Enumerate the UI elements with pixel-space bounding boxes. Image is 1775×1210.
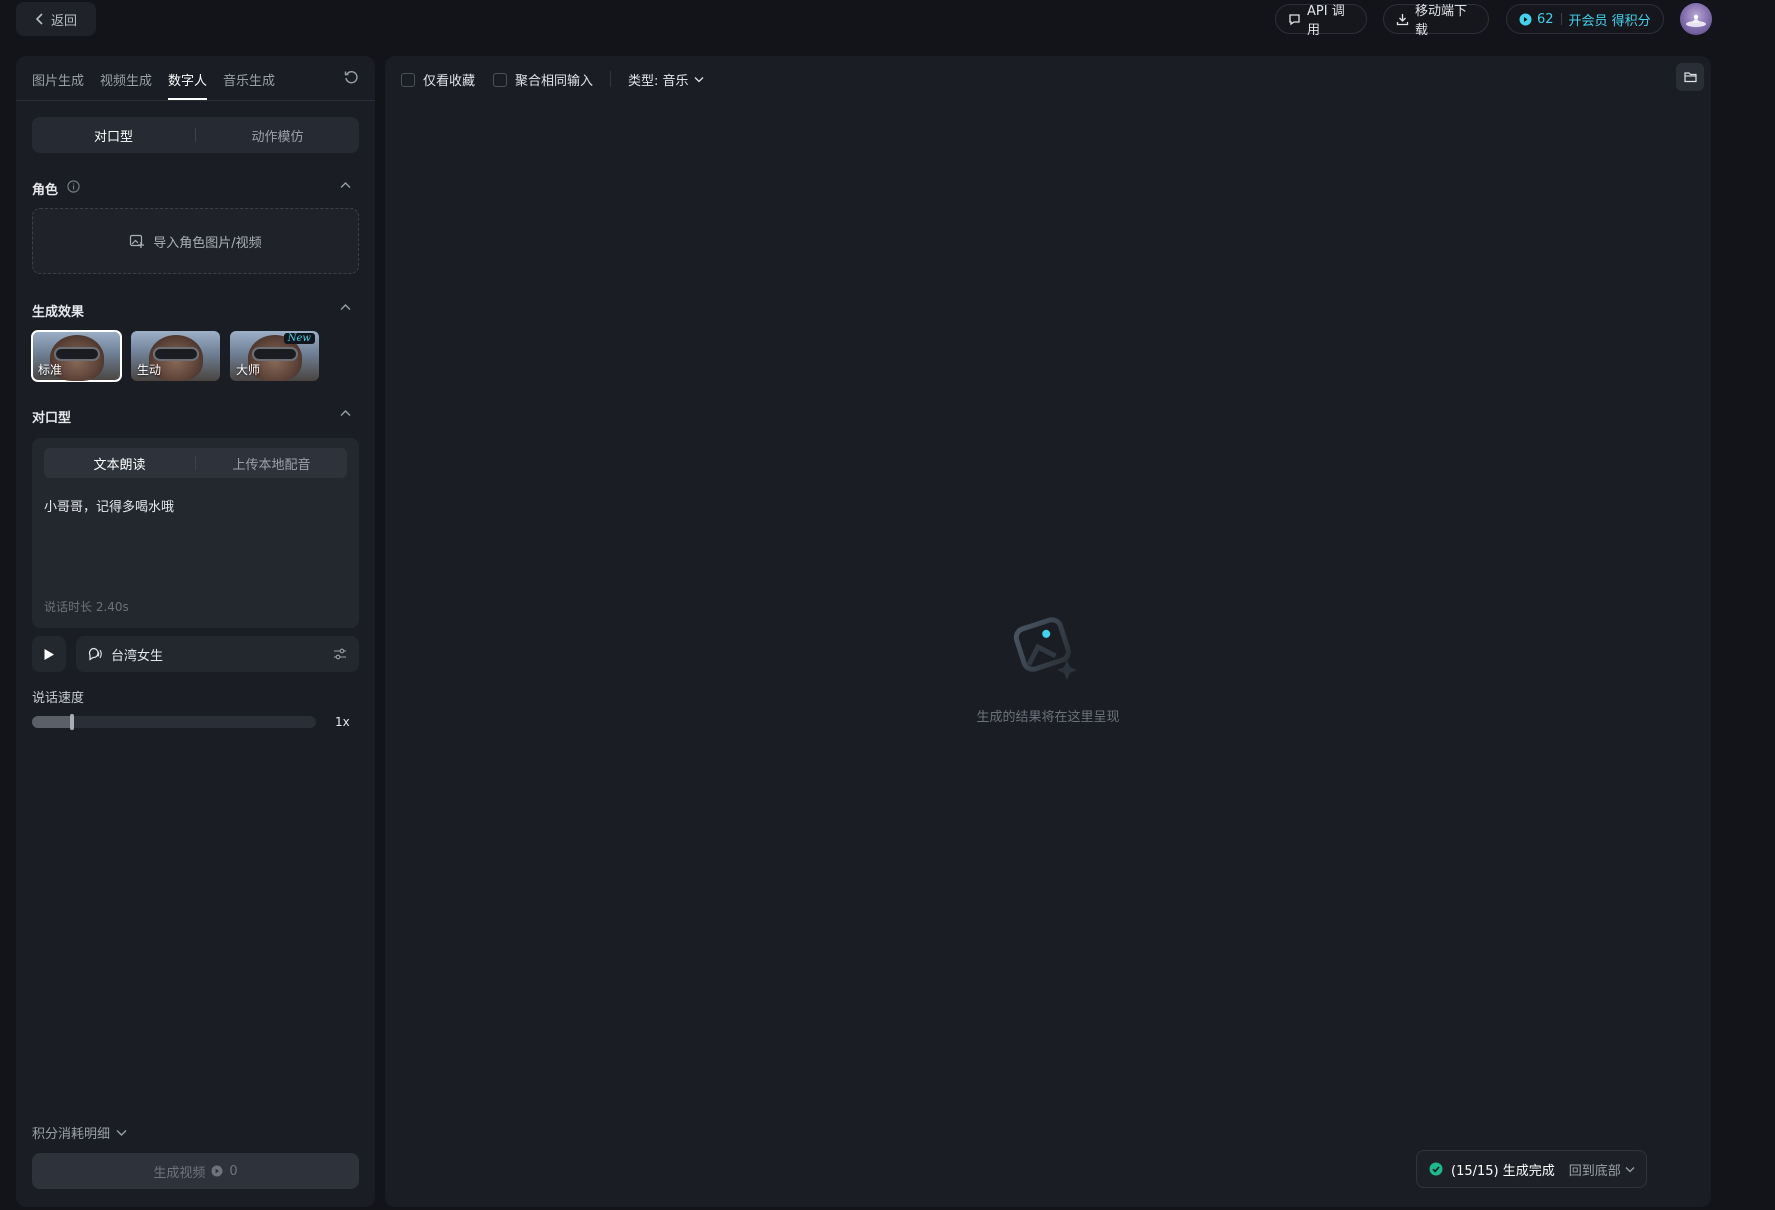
mode-motion-imitate[interactable]: 动作模仿 bbox=[196, 117, 359, 153]
effect-label: 生动 bbox=[137, 363, 162, 377]
group-checkbox[interactable] bbox=[493, 72, 507, 87]
credit-coin-icon bbox=[211, 1165, 223, 1177]
lipsync-section-title: 对口型 bbox=[32, 411, 72, 426]
favorites-checkbox[interactable] bbox=[401, 72, 415, 87]
voice-selector[interactable]: 台湾女生 bbox=[76, 636, 359, 672]
filter-divider bbox=[610, 71, 611, 87]
role-upload-area[interactable]: 导入角色图片/视频 bbox=[32, 208, 359, 274]
top-bar: 返回 API 调用 移动端下载 62 开会员 得积分 bbox=[0, 0, 1775, 40]
credit-count: 62 bbox=[1537, 11, 1554, 27]
mode-segmented-control: 对口型 动作模仿 bbox=[32, 117, 359, 153]
empty-state-text: 生成的结果将在这里呈现 bbox=[976, 710, 1120, 725]
voice-source-upload[interactable]: 上传本地配音 bbox=[196, 448, 347, 478]
play-icon bbox=[43, 648, 55, 661]
api-button[interactable]: API 调用 bbox=[1275, 4, 1367, 38]
empty-state-icon bbox=[1003, 604, 1093, 694]
effect-preview-detail bbox=[153, 347, 199, 361]
folder-button[interactable] bbox=[1676, 63, 1704, 91]
speech-speed-label: 说话速度 bbox=[32, 691, 85, 706]
type-filter-dropdown[interactable]: 类型: 音乐 bbox=[628, 70, 704, 89]
mobile-download-button[interactable]: 移动端下载 bbox=[1383, 4, 1489, 38]
chevron-up-icon[interactable] bbox=[340, 409, 351, 417]
scroll-to-bottom-link[interactable]: 回到底部 bbox=[1569, 1160, 1635, 1179]
speech-speed-slider[interactable] bbox=[32, 714, 316, 730]
new-badge: New bbox=[283, 333, 315, 344]
results-panel: 仅看收藏 聚合相同输入 类型: 音乐 生成的结果将在这里呈现 bbox=[385, 56, 1711, 1207]
tab-video[interactable]: 视频生成 bbox=[100, 70, 152, 89]
check-circle-icon bbox=[1429, 1162, 1443, 1176]
favorites-only-filter[interactable]: 仅看收藏 bbox=[401, 70, 475, 89]
active-tab-indicator bbox=[168, 98, 207, 100]
tab-digital-human[interactable]: 数字人 bbox=[168, 70, 207, 89]
generation-status: (15/15) 生成完成 bbox=[1451, 1163, 1555, 1179]
tab-image[interactable]: 图片生成 bbox=[32, 70, 84, 89]
chevron-down-icon bbox=[1625, 1166, 1635, 1173]
credits-pill[interactable]: 62 开会员 得积分 bbox=[1506, 4, 1664, 34]
refresh-icon[interactable] bbox=[344, 70, 359, 85]
download-label: 移动端下载 bbox=[1415, 4, 1468, 38]
effect-option-vivid[interactable]: 生动 bbox=[131, 331, 220, 381]
slider-handle[interactable] bbox=[69, 714, 74, 730]
group-label: 聚合相同输入 bbox=[515, 74, 594, 89]
type-filter-label: 类型: 音乐 bbox=[628, 74, 689, 89]
generation-tabs: 图片生成 视频生成 数字人 音乐生成 bbox=[16, 56, 375, 101]
upload-label: 导入角色图片/视频 bbox=[153, 235, 262, 251]
cost-details-label: 积分消耗明细 bbox=[32, 1127, 111, 1142]
speech-speed-value: 1x bbox=[335, 715, 350, 729]
generation-status-toast: (15/15) 生成完成 回到底部 bbox=[1416, 1150, 1647, 1188]
left-panel: 图片生成 视频生成 数字人 音乐生成 对口型 动作模仿 角色 导入角色图片/视频… bbox=[16, 56, 375, 1207]
voice-icon bbox=[88, 647, 103, 661]
play-button[interactable] bbox=[32, 636, 66, 672]
effect-section-title: 生成效果 bbox=[32, 305, 85, 320]
api-icon bbox=[1288, 13, 1301, 26]
favorites-label: 仅看收藏 bbox=[423, 74, 476, 89]
speech-duration: 说话时长 2.40s bbox=[44, 600, 129, 614]
info-icon[interactable] bbox=[67, 180, 80, 193]
chevron-up-icon[interactable] bbox=[340, 181, 351, 189]
effect-label: 大师 bbox=[236, 363, 261, 377]
api-label: API 调用 bbox=[1307, 4, 1345, 38]
generate-cost: 0 bbox=[229, 1163, 238, 1179]
cost-details-toggle[interactable]: 积分消耗明细 bbox=[32, 1123, 127, 1142]
script-textarea[interactable]: 小哥哥，记得多喝水哦 bbox=[44, 496, 174, 515]
voice-name: 台湾女生 bbox=[111, 648, 164, 664]
credit-coin-icon bbox=[1519, 13, 1532, 26]
mode-lipsync[interactable]: 对口型 bbox=[32, 117, 195, 153]
scroll-to-bottom-label: 回到底部 bbox=[1568, 1163, 1621, 1179]
generate-video-button[interactable]: 生成视频 0 bbox=[32, 1153, 359, 1189]
tab-music[interactable]: 音乐生成 bbox=[223, 70, 275, 89]
role-section-title: 角色 bbox=[32, 183, 59, 198]
chevron-down-icon bbox=[116, 1129, 127, 1137]
chevron-up-icon[interactable] bbox=[340, 303, 351, 311]
avatar[interactable] bbox=[1680, 3, 1712, 35]
folder-icon bbox=[1683, 71, 1697, 83]
voice-source-control: 文本朗读 上传本地配音 bbox=[44, 448, 347, 478]
back-button[interactable]: 返回 bbox=[16, 2, 96, 36]
slider-fill bbox=[32, 716, 72, 728]
group-same-input-filter[interactable]: 聚合相同输入 bbox=[493, 70, 593, 89]
script-input-box: 文本朗读 上传本地配音 小哥哥，记得多喝水哦 说话时长 2.40s bbox=[32, 438, 359, 628]
download-icon bbox=[1396, 13, 1409, 26]
chevron-left-icon bbox=[35, 13, 45, 25]
credit-divider bbox=[1560, 13, 1562, 25]
chevron-down-icon bbox=[694, 76, 704, 83]
image-upload-icon bbox=[129, 233, 145, 249]
effect-preview-detail bbox=[252, 347, 298, 361]
settings-sliders-icon[interactable] bbox=[333, 647, 347, 661]
vip-link[interactable]: 开会员 得积分 bbox=[1569, 10, 1651, 29]
voice-source-tts[interactable]: 文本朗读 bbox=[44, 448, 195, 478]
effect-option-standard[interactable]: 标准 bbox=[31, 330, 122, 382]
back-label: 返回 bbox=[50, 13, 77, 29]
effect-label: 标准 bbox=[38, 363, 63, 377]
generate-label: 生成视频 bbox=[153, 1165, 206, 1181]
effect-option-master[interactable]: 大师 New bbox=[230, 331, 319, 381]
effect-preview-detail bbox=[54, 347, 100, 361]
